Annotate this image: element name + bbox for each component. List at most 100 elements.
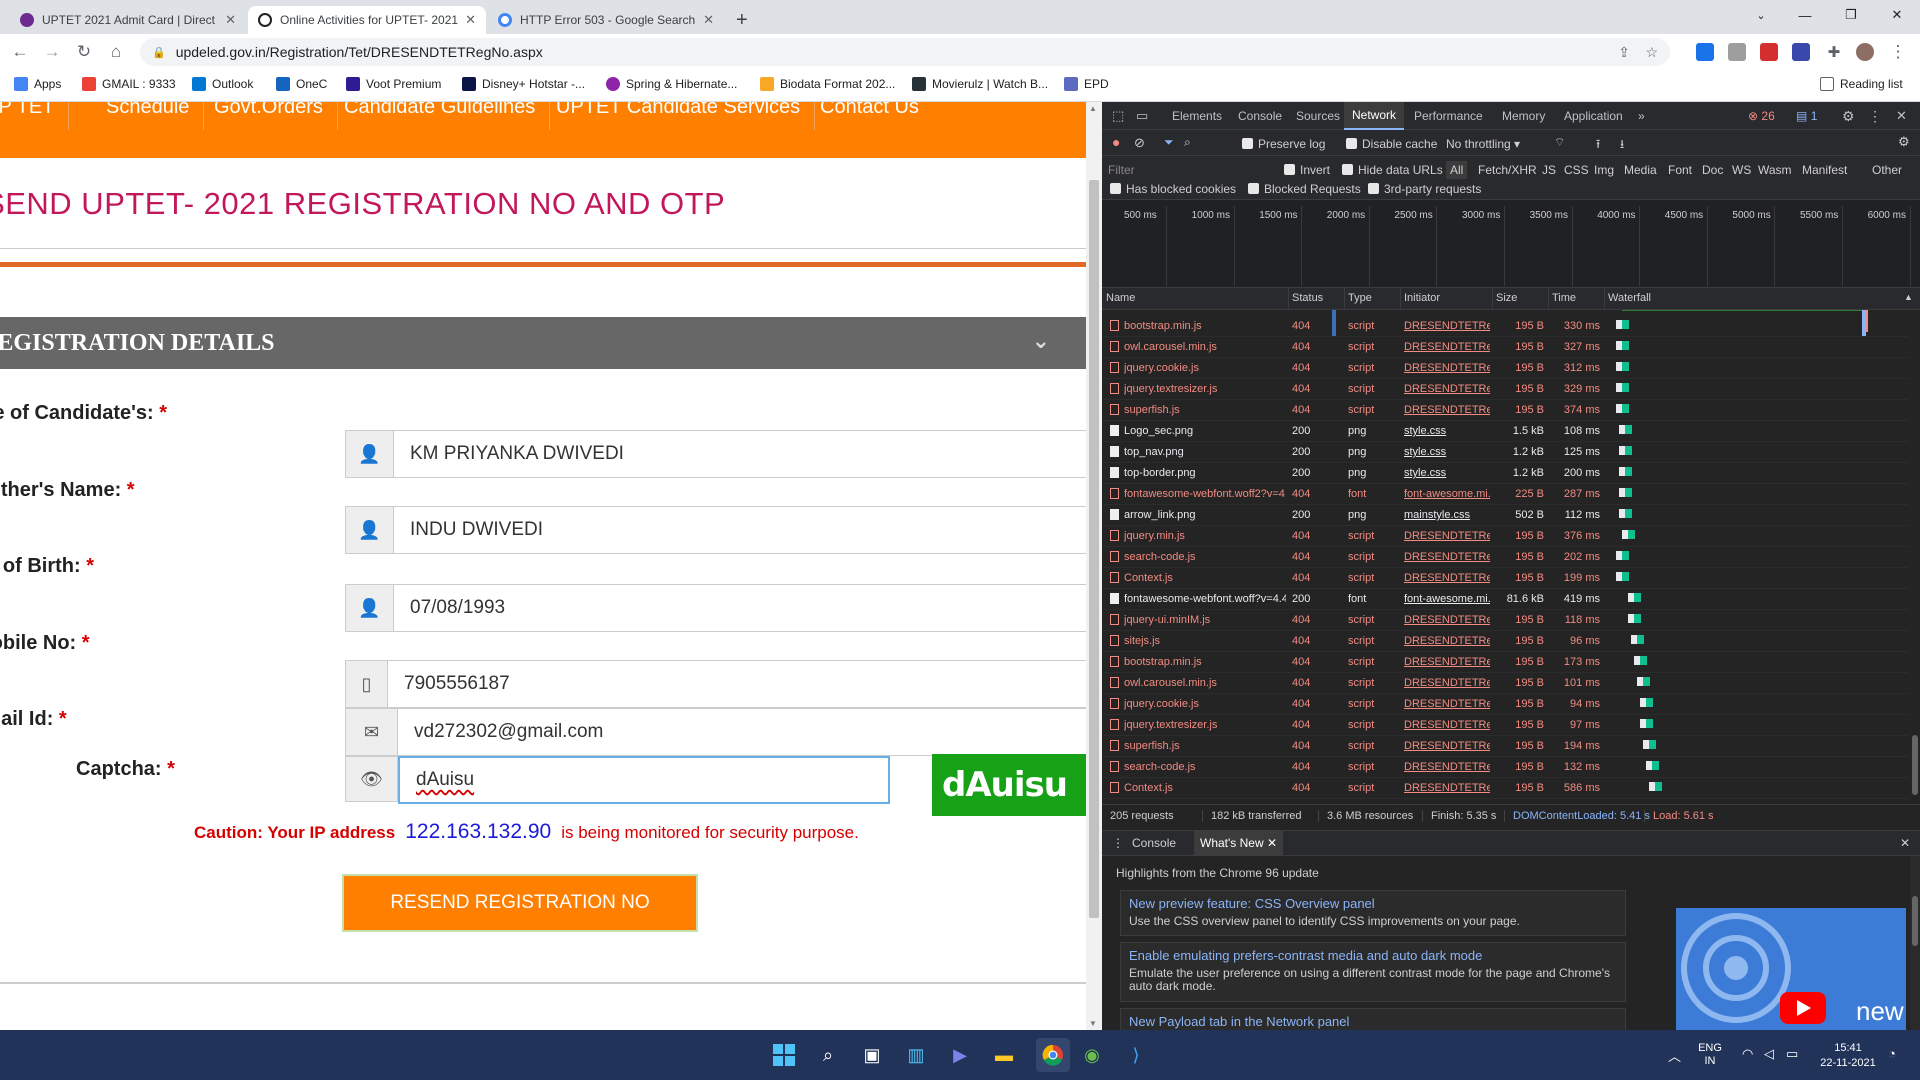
request-initiator[interactable]: DRESENDTETReg...	[1404, 404, 1490, 416]
network-settings-icon[interactable]: ⚙	[1898, 134, 1910, 150]
filter-input[interactable]: Filter	[1108, 163, 1135, 177]
file-explorer-icon[interactable]: ▬	[992, 1043, 1016, 1067]
col-status[interactable]: Status	[1292, 292, 1323, 304]
tab-memory[interactable]: Memory	[1494, 102, 1553, 130]
filter-icon[interactable]: ⏷	[1164, 135, 1174, 150]
reading-list-button[interactable]: Reading list	[1820, 77, 1903, 91]
nav-contact-us[interactable]: Contact Us	[806, 102, 933, 130]
request-initiator[interactable]: DRESENDTETReg...	[1404, 698, 1490, 710]
export-har-icon[interactable]: ⭳	[1620, 135, 1624, 156]
type-filter-wasm[interactable]: Wasm	[1758, 163, 1792, 177]
blocked-cookies-checkbox[interactable]: Has blocked cookies	[1110, 182, 1236, 196]
battery-icon[interactable]: ▭	[1786, 1046, 1798, 1062]
request-row[interactable]: search-code.js 404 script DRESENDTETReg... 1…	[1102, 547, 1908, 568]
mobile-field[interactable]: ▯ 7905556187	[345, 660, 1086, 708]
request-initiator[interactable]: DRESENDTETReg...	[1404, 572, 1490, 584]
type-filter-font[interactable]: Font	[1668, 163, 1692, 177]
request-row[interactable]: jquery.textresizer.js 404 script DRESENDTET…	[1102, 379, 1908, 400]
close-tab-icon[interactable]: ✕	[703, 12, 714, 28]
blocked-requests-checkbox[interactable]: Blocked Requests	[1248, 182, 1361, 196]
bookmark-apps[interactable]: Apps	[14, 77, 61, 91]
nav-uptet[interactable]: UP TET	[0, 102, 70, 130]
chrome-icon[interactable]	[1036, 1038, 1070, 1072]
col-type[interactable]: Type	[1348, 292, 1372, 304]
request-initiator[interactable]: DRESENDTETReg...	[1404, 530, 1490, 542]
profile-avatar[interactable]	[1856, 43, 1874, 61]
request-initiator[interactable]: DRESENDTETReg...	[1404, 383, 1490, 395]
minimize-button[interactable]: —	[1782, 0, 1828, 30]
type-filter-img[interactable]: Img	[1594, 163, 1614, 177]
request-row[interactable]: bootstrap.min.js 404 script DRESENDTETReg..…	[1102, 316, 1908, 337]
drawer-scrollbar[interactable]	[1910, 856, 1920, 1030]
tab-console[interactable]: Console	[1230, 102, 1290, 130]
whats-new-card[interactable]: New preview feature: CSS Overview panel …	[1120, 890, 1626, 936]
type-filter-ws[interactable]: WS	[1732, 163, 1751, 177]
request-row[interactable]: fontawesome-webfont.woff2?v=4.4.0 404 font…	[1102, 484, 1908, 505]
request-initiator[interactable]: DRESENDTETReg...	[1404, 614, 1490, 626]
request-initiator[interactable]: DRESENDTETReg...	[1404, 782, 1490, 794]
request-initiator[interactable]: style.css	[1404, 467, 1490, 479]
tab-performance[interactable]: Performance	[1406, 102, 1491, 130]
start-windows-icon[interactable]	[772, 1043, 796, 1067]
request-list-scrollbar[interactable]	[1910, 310, 1920, 804]
disable-cache-checkbox[interactable]: Disable cache	[1346, 137, 1437, 151]
request-row[interactable]: top-border.png 200 png style.css 1.2 kB 200 m…	[1102, 463, 1908, 484]
bookmark-movierulz[interactable]: Movierulz | Watch B...	[912, 77, 1048, 91]
drawer-menu-icon[interactable]: ⋮	[1112, 836, 1124, 850]
request-initiator[interactable]: DRESENDTETReg...	[1404, 341, 1490, 353]
captcha-field[interactable]: 👁 dAuisu	[345, 756, 890, 804]
close-tab-icon[interactable]: ✕	[465, 12, 476, 28]
dob-field[interactable]: 👤 07/08/1993	[345, 584, 1086, 632]
home-icon[interactable]: ⌂	[104, 40, 128, 64]
error-badge[interactable]: ⊗ 26	[1748, 102, 1775, 130]
forward-arrow-icon[interactable]: →	[40, 40, 64, 64]
scrollbar-thumb[interactable]	[1089, 180, 1099, 918]
search-icon[interactable]: ⌕	[1184, 135, 1191, 150]
preserve-log-checkbox[interactable]: Preserve log	[1242, 137, 1325, 151]
clock[interactable]: 15:41 22-11-2021	[1818, 1041, 1878, 1071]
request-initiator[interactable]: DRESENDTETReg...	[1404, 635, 1490, 647]
type-filter-media[interactable]: Media	[1624, 163, 1657, 177]
mother-name-field[interactable]: 👤 INDU DWIVEDI	[345, 506, 1086, 554]
type-filter-css[interactable]: CSS	[1564, 163, 1589, 177]
request-initiator[interactable]: style.css	[1404, 446, 1490, 458]
bookmark-gmail[interactable]: GMAIL : 9333	[82, 77, 176, 91]
email-field[interactable]: ✉ vd272302@gmail.com	[345, 708, 1086, 756]
show-hidden-icons[interactable]: ︿	[1668, 1046, 1681, 1065]
tab-elements[interactable]: Elements	[1164, 102, 1230, 130]
type-filter-doc[interactable]: Doc	[1702, 163, 1723, 177]
resend-registration-button[interactable]: RESEND REGISTRATION NO	[342, 874, 698, 932]
candidate-name-field[interactable]: 👤 KM PRIYANKA DWIVEDI	[345, 430, 1086, 478]
bookmark-star-icon[interactable]: ☆	[1645, 44, 1658, 61]
request-row[interactable]: top_nav.png 200 png style.css 1.2 kB 125 ms	[1102, 442, 1908, 463]
record-icon[interactable]: ●	[1112, 134, 1120, 150]
bookmark-hotstar[interactable]: Disney+ Hotstar -...	[462, 77, 585, 91]
tab-online-activities[interactable]: Online Activities for UPTET- 2021 ✕	[248, 6, 486, 34]
request-initiator[interactable]: font-awesome.mi...	[1404, 593, 1490, 605]
volume-icon[interactable]: ◁	[1764, 1046, 1774, 1062]
address-bar[interactable]: 🔒 updeled.gov.in/Registration/Tet/DRESEN…	[140, 38, 1670, 66]
widgets-icon[interactable]: ▥	[904, 1043, 928, 1067]
request-initiator[interactable]: DRESENDTETReg...	[1404, 761, 1490, 773]
request-initiator[interactable]: DRESENDTETReg...	[1404, 677, 1490, 689]
request-initiator[interactable]: font-awesome.mi...	[1404, 488, 1490, 500]
drawer-tab-whats-new[interactable]: What's New ✕	[1194, 831, 1284, 856]
request-initiator[interactable]: DRESENDTETReg...	[1404, 719, 1490, 731]
notifications-icon[interactable]: ◔	[1888, 1046, 1896, 1061]
new-tab-button[interactable]: +	[730, 6, 762, 34]
extensions-puzzle-icon[interactable]: ✚	[1822, 40, 1846, 64]
bookmark-spring[interactable]: Spring & Hibernate...	[606, 77, 737, 91]
request-row[interactable]: jquery.textresizer.js 404 script DRESENDTET…	[1102, 715, 1908, 736]
whats-new-card[interactable]: New Payload tab in the Network panel	[1120, 1008, 1626, 1030]
request-row[interactable]: Logo_sec.png 200 png style.css 1.5 kB 108 ms	[1102, 421, 1908, 442]
request-row[interactable]: Context.js 404 script DRESENDTETReg... 195 B…	[1102, 778, 1908, 799]
bookmark-epd[interactable]: EPD	[1064, 77, 1109, 91]
close-icon[interactable]: ✕	[1267, 836, 1277, 850]
nav-candidate-guidelines[interactable]: Candidate Guidelines	[330, 102, 551, 130]
tab-http-error[interactable]: HTTP Error 503 - Google Search ✕	[488, 6, 724, 34]
request-initiator[interactable]: style.css	[1404, 425, 1490, 437]
request-initiator[interactable]: DRESENDTETReg...	[1404, 320, 1490, 332]
reload-icon[interactable]: ↻	[72, 40, 96, 64]
close-drawer-icon[interactable]: ✕	[1900, 836, 1910, 850]
type-filter-all[interactable]: All	[1446, 161, 1468, 179]
